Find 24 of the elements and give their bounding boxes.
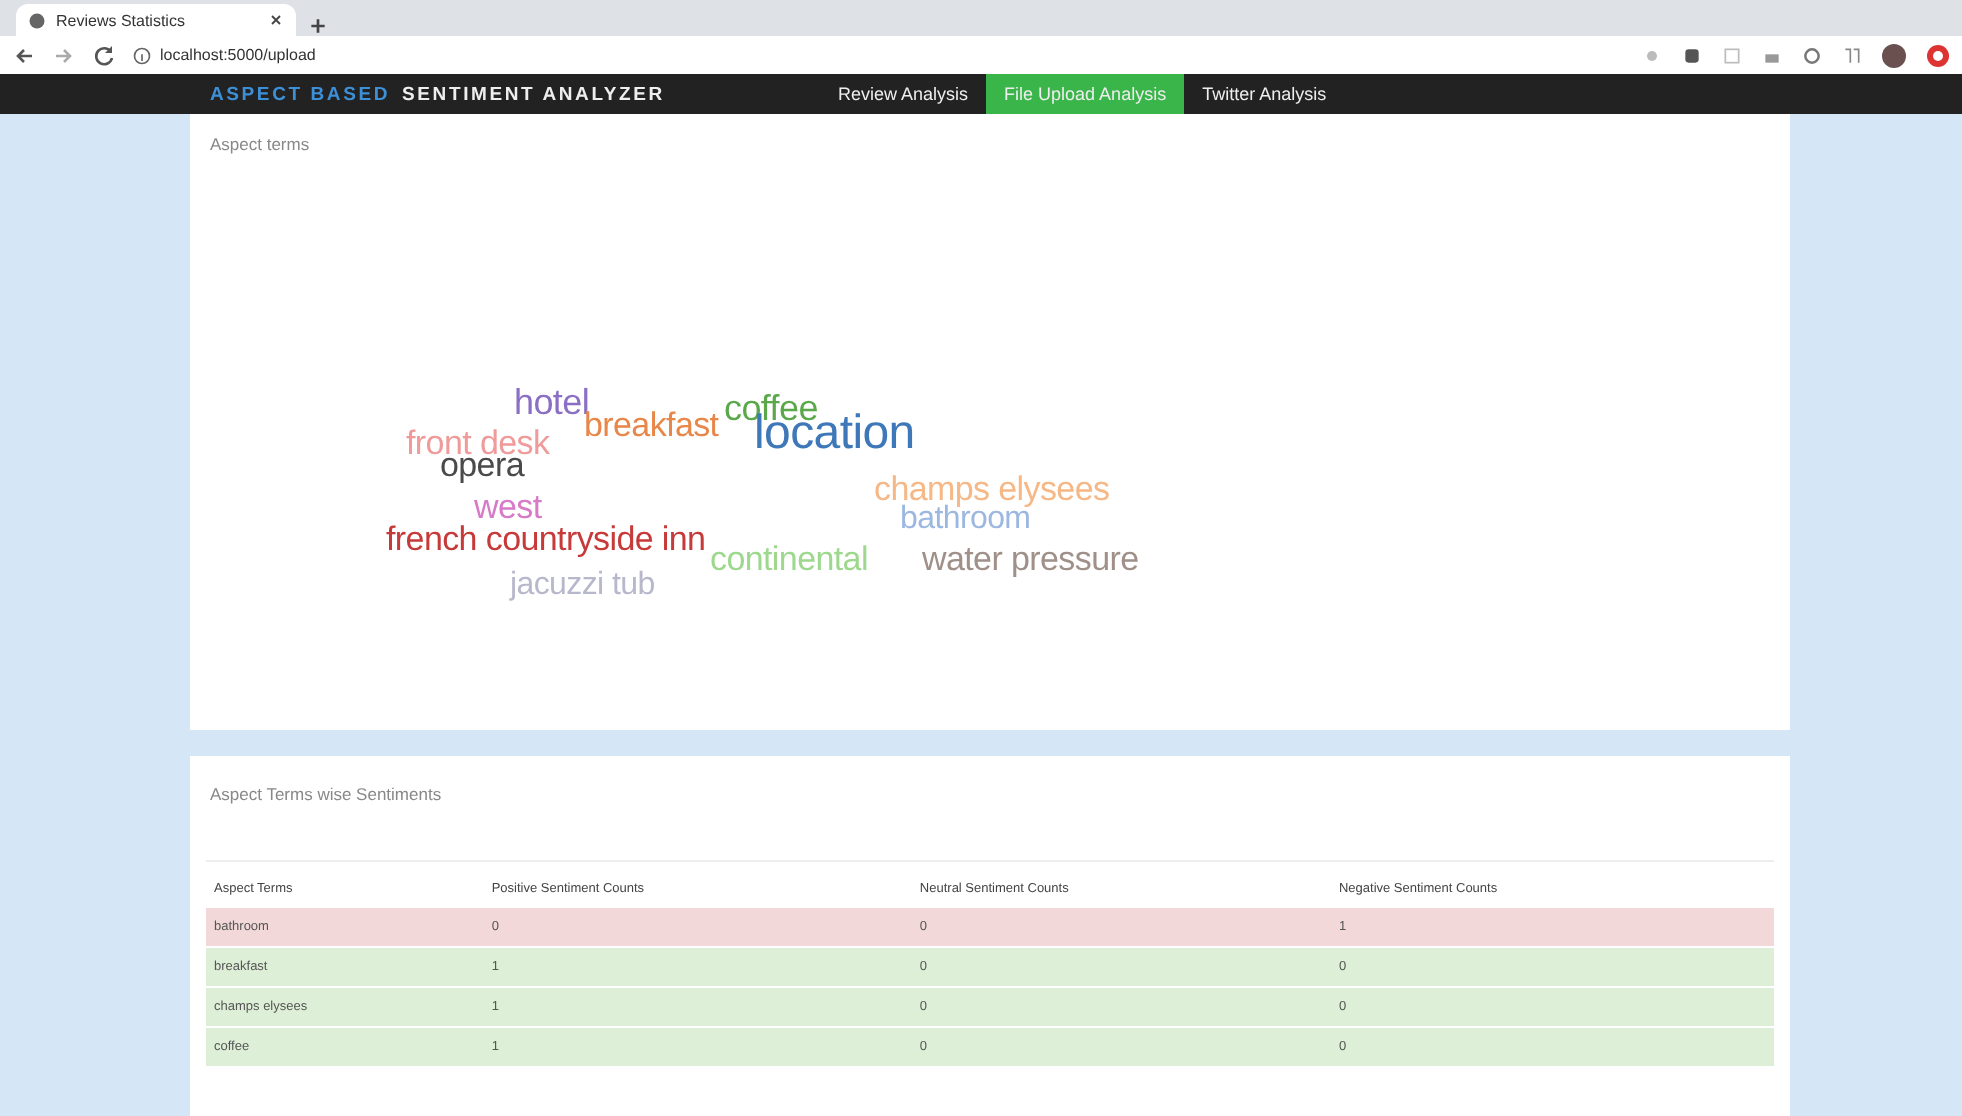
- tab-title: Reviews Statistics: [56, 11, 187, 29]
- cloud-word: continental: [710, 542, 868, 576]
- browser-tab[interactable]: Reviews Statistics: [16, 4, 296, 36]
- stop-icon[interactable]: [1926, 43, 1950, 67]
- extension-icon[interactable]: [1682, 45, 1702, 65]
- brand-highlight: ASPECT BASED: [210, 83, 391, 105]
- card-title: Aspect terms: [208, 132, 312, 158]
- cloud-word: jacuzzi tub: [510, 570, 655, 602]
- plus-icon[interactable]: [308, 16, 328, 36]
- reload-icon[interactable]: [92, 43, 116, 67]
- cloud-word: bathroom: [900, 504, 1031, 536]
- cloud-word: french countryside inn: [386, 522, 706, 556]
- avatar-icon[interactable]: [1882, 43, 1906, 67]
- address-field[interactable]: localhost:5000/upload: [160, 46, 316, 64]
- info-icon: [132, 45, 152, 65]
- nav-link[interactable]: Twitter Analysis: [1184, 74, 1345, 114]
- cloud-word: west: [474, 490, 542, 524]
- nav-link[interactable]: Review Analysis: [820, 74, 987, 114]
- card-title: Aspect Terms wise Sentiments: [208, 782, 444, 808]
- brand-title: SENTIMENT ANALYZER: [402, 83, 665, 105]
- cloud-word: water pressure: [922, 542, 1139, 576]
- back-icon[interactable]: [12, 43, 36, 67]
- cloud-word: champs elysees: [874, 472, 1110, 506]
- close-icon[interactable]: [268, 12, 284, 28]
